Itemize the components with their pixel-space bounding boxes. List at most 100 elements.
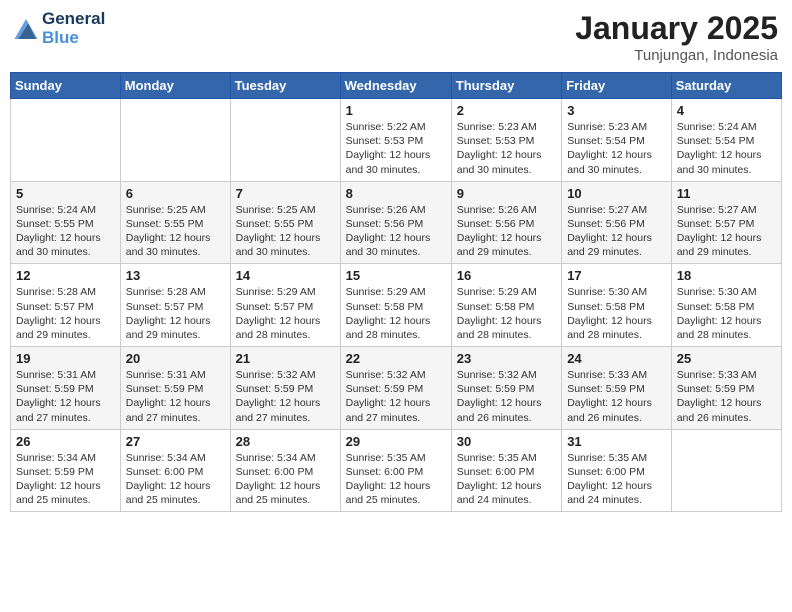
day-number: 29	[346, 434, 446, 449]
day-number: 13	[126, 268, 225, 283]
day-cell: 17Sunrise: 5:30 AMSunset: 5:58 PMDayligh…	[562, 264, 672, 347]
day-cell: 5Sunrise: 5:24 AMSunset: 5:55 PMDaylight…	[11, 181, 121, 264]
weekday-header-saturday: Saturday	[671, 73, 781, 99]
day-number: 2	[457, 103, 556, 118]
day-cell	[671, 429, 781, 512]
day-info: Sunrise: 5:23 AMSunset: 5:54 PMDaylight:…	[567, 120, 666, 177]
day-cell: 31 Sunrise: 5:35 AMSunset: 6:00 PMDayligh…	[562, 429, 672, 512]
day-info: Sunrise: 5:32 AMSunset: 5:59 PMDaylight:…	[457, 368, 556, 425]
day-number: 27	[126, 434, 225, 449]
day-number: 3	[567, 103, 666, 118]
day-number: 1	[346, 103, 446, 118]
weekday-header-thursday: Thursday	[451, 73, 561, 99]
page-header: General Blue January 2025 Tunjungan, Ind…	[10, 10, 782, 64]
day-cell: 15 Sunrise: 5:29 AMSunset: 5:58 PMDayligh…	[340, 264, 451, 347]
day-cell: 19Sunrise: 5:31 AMSunset: 5:59 PMDayligh…	[11, 347, 121, 430]
day-info: Sunrise: 5:29 AMSunset: 5:57 PMDaylight:…	[236, 285, 335, 342]
day-cell	[120, 99, 230, 182]
day-number: 8	[346, 186, 446, 201]
weekday-header-row: SundayMondayTuesdayWednesdayThursdayFrid…	[11, 73, 782, 99]
day-info: Sunrise: 5:28 AMSunset: 5:57 PMDaylight:…	[126, 285, 225, 342]
weekday-header-tuesday: Tuesday	[230, 73, 340, 99]
day-number: 16	[457, 268, 556, 283]
calendar-table: SundayMondayTuesdayWednesdayThursdayFrid…	[10, 72, 782, 512]
day-number: 11	[677, 186, 776, 201]
day-number: 31	[567, 434, 666, 449]
day-cell: 22Sunrise: 5:32 AMSunset: 5:59 PMDayligh…	[340, 347, 451, 430]
week-row-2: 5Sunrise: 5:24 AMSunset: 5:55 PMDaylight…	[11, 181, 782, 264]
day-info: Sunrise: 5:35 AMSunset: 6:00 PMDaylight:…	[457, 451, 556, 508]
day-cell: 1 Sunrise: 5:22 AMSunset: 5:53 PMDaylight…	[340, 99, 451, 182]
week-row-1: 1 Sunrise: 5:22 AMSunset: 5:53 PMDaylight…	[11, 99, 782, 182]
day-cell: 3 Sunrise: 5:23 AMSunset: 5:54 PMDaylight…	[562, 99, 672, 182]
day-number: 20	[126, 351, 225, 366]
day-info: Sunrise: 5:25 AMSunset: 5:55 PMDaylight:…	[236, 203, 335, 260]
day-number: 14	[236, 268, 335, 283]
day-cell	[230, 99, 340, 182]
logo-icon	[14, 19, 38, 39]
day-info: Sunrise: 5:35 AMSunset: 6:00 PMDaylight:…	[346, 451, 446, 508]
day-cell: 29 Sunrise: 5:35 AMSunset: 6:00 PMDayligh…	[340, 429, 451, 512]
weekday-header-friday: Friday	[562, 73, 672, 99]
day-number: 23	[457, 351, 556, 366]
month-title: January 2025	[575, 10, 778, 47]
day-cell: 25 Sunrise: 5:33 AMSunset: 5:59 PMDayligh…	[671, 347, 781, 430]
day-info: Sunrise: 5:24 AMSunset: 5:55 PMDaylight:…	[16, 203, 115, 260]
day-number: 26	[16, 434, 115, 449]
day-cell: 21 Sunrise: 5:32 AMSunset: 5:59 PMDayligh…	[230, 347, 340, 430]
day-cell: 16 Sunrise: 5:29 AMSunset: 5:58 PMDayligh…	[451, 264, 561, 347]
day-number: 9	[457, 186, 556, 201]
day-number: 12	[16, 268, 115, 283]
day-cell: 23 Sunrise: 5:32 AMSunset: 5:59 PMDayligh…	[451, 347, 561, 430]
day-info: Sunrise: 5:31 AMSunset: 5:59 PMDaylight:…	[126, 368, 225, 425]
day-number: 15	[346, 268, 446, 283]
day-info: Sunrise: 5:29 AMSunset: 5:58 PMDaylight:…	[457, 285, 556, 342]
day-cell: 10Sunrise: 5:27 AMSunset: 5:56 PMDayligh…	[562, 181, 672, 264]
day-info: Sunrise: 5:29 AMSunset: 5:58 PMDaylight:…	[346, 285, 446, 342]
day-info: Sunrise: 5:34 AMSunset: 6:00 PMDaylight:…	[236, 451, 335, 508]
week-row-5: 26 Sunrise: 5:34 AMSunset: 5:59 PMDayligh…	[11, 429, 782, 512]
day-number: 25	[677, 351, 776, 366]
day-cell: 26 Sunrise: 5:34 AMSunset: 5:59 PMDayligh…	[11, 429, 121, 512]
logo-text: General Blue	[42, 10, 105, 47]
day-number: 22	[346, 351, 446, 366]
day-cell: 27Sunrise: 5:34 AMSunset: 6:00 PMDayligh…	[120, 429, 230, 512]
week-row-4: 19 Sunrise: 5:31 AMSunset: 5:59 PMDayligh…	[11, 347, 782, 430]
day-info: Sunrise: 5:22 AMSunset: 5:53 PMDaylight:…	[346, 120, 446, 177]
day-cell: 14 Sunrise: 5:29 AMSunset: 5:57 PMDayligh…	[230, 264, 340, 347]
weekday-header-wednesday: Wednesday	[340, 73, 451, 99]
day-number: 21	[236, 351, 335, 366]
day-info: Sunrise: 5:30 AMSunset: 5:58 PMDaylight:…	[677, 285, 776, 342]
day-info: Sunrise: 5:33 AMSunset: 5:59 PMDaylight:…	[677, 368, 776, 425]
day-info: Sunrise: 5:23 AMSunset: 5:53 PMDaylight:…	[457, 120, 556, 177]
day-info: Sunrise: 5:27 AMSunset: 5:57 PMDaylight:…	[677, 203, 776, 260]
day-number: 30	[457, 434, 556, 449]
day-number: 7	[236, 186, 335, 201]
day-number: 18	[677, 268, 776, 283]
day-info: Sunrise: 5:25 AMSunset: 5:55 PMDaylight:…	[126, 203, 225, 260]
day-cell: 9 Sunrise: 5:26 AMSunset: 5:56 PMDaylight…	[451, 181, 561, 264]
day-number: 28	[236, 434, 335, 449]
week-row-3: 12 Sunrise: 5:28 AMSunset: 5:57 PMDayligh…	[11, 264, 782, 347]
day-info: Sunrise: 5:28 AMSunset: 5:57 PMDaylight:…	[16, 285, 115, 342]
day-info: Sunrise: 5:33 AMSunset: 5:59 PMDaylight:…	[567, 368, 666, 425]
day-info: Sunrise: 5:27 AMSunset: 5:56 PMDaylight:…	[567, 203, 666, 260]
day-cell: 4 Sunrise: 5:24 AMSunset: 5:54 PMDaylight…	[671, 99, 781, 182]
day-info: Sunrise: 5:35 AMSunset: 6:00 PMDaylight:…	[567, 451, 666, 508]
day-cell	[11, 99, 121, 182]
day-cell: 12 Sunrise: 5:28 AMSunset: 5:57 PMDayligh…	[11, 264, 121, 347]
title-block: January 2025 Tunjungan, Indonesia	[575, 10, 778, 64]
location: Tunjungan, Indonesia	[575, 47, 778, 64]
day-info: Sunrise: 5:34 AMSunset: 5:59 PMDaylight:…	[16, 451, 115, 508]
day-info: Sunrise: 5:26 AMSunset: 5:56 PMDaylight:…	[457, 203, 556, 260]
day-info: Sunrise: 5:26 AMSunset: 5:56 PMDaylight:…	[346, 203, 446, 260]
day-info: Sunrise: 5:24 AMSunset: 5:54 PMDaylight:…	[677, 120, 776, 177]
day-number: 4	[677, 103, 776, 118]
day-cell: 24Sunrise: 5:33 AMSunset: 5:59 PMDayligh…	[562, 347, 672, 430]
day-cell: 18 Sunrise: 5:30 AMSunset: 5:58 PMDayligh…	[671, 264, 781, 347]
day-number: 17	[567, 268, 666, 283]
day-cell: 30 Sunrise: 5:35 AMSunset: 6:00 PMDayligh…	[451, 429, 561, 512]
weekday-header-sunday: Sunday	[11, 73, 121, 99]
day-number: 19	[16, 351, 115, 366]
day-info: Sunrise: 5:32 AMSunset: 5:59 PMDaylight:…	[236, 368, 335, 425]
